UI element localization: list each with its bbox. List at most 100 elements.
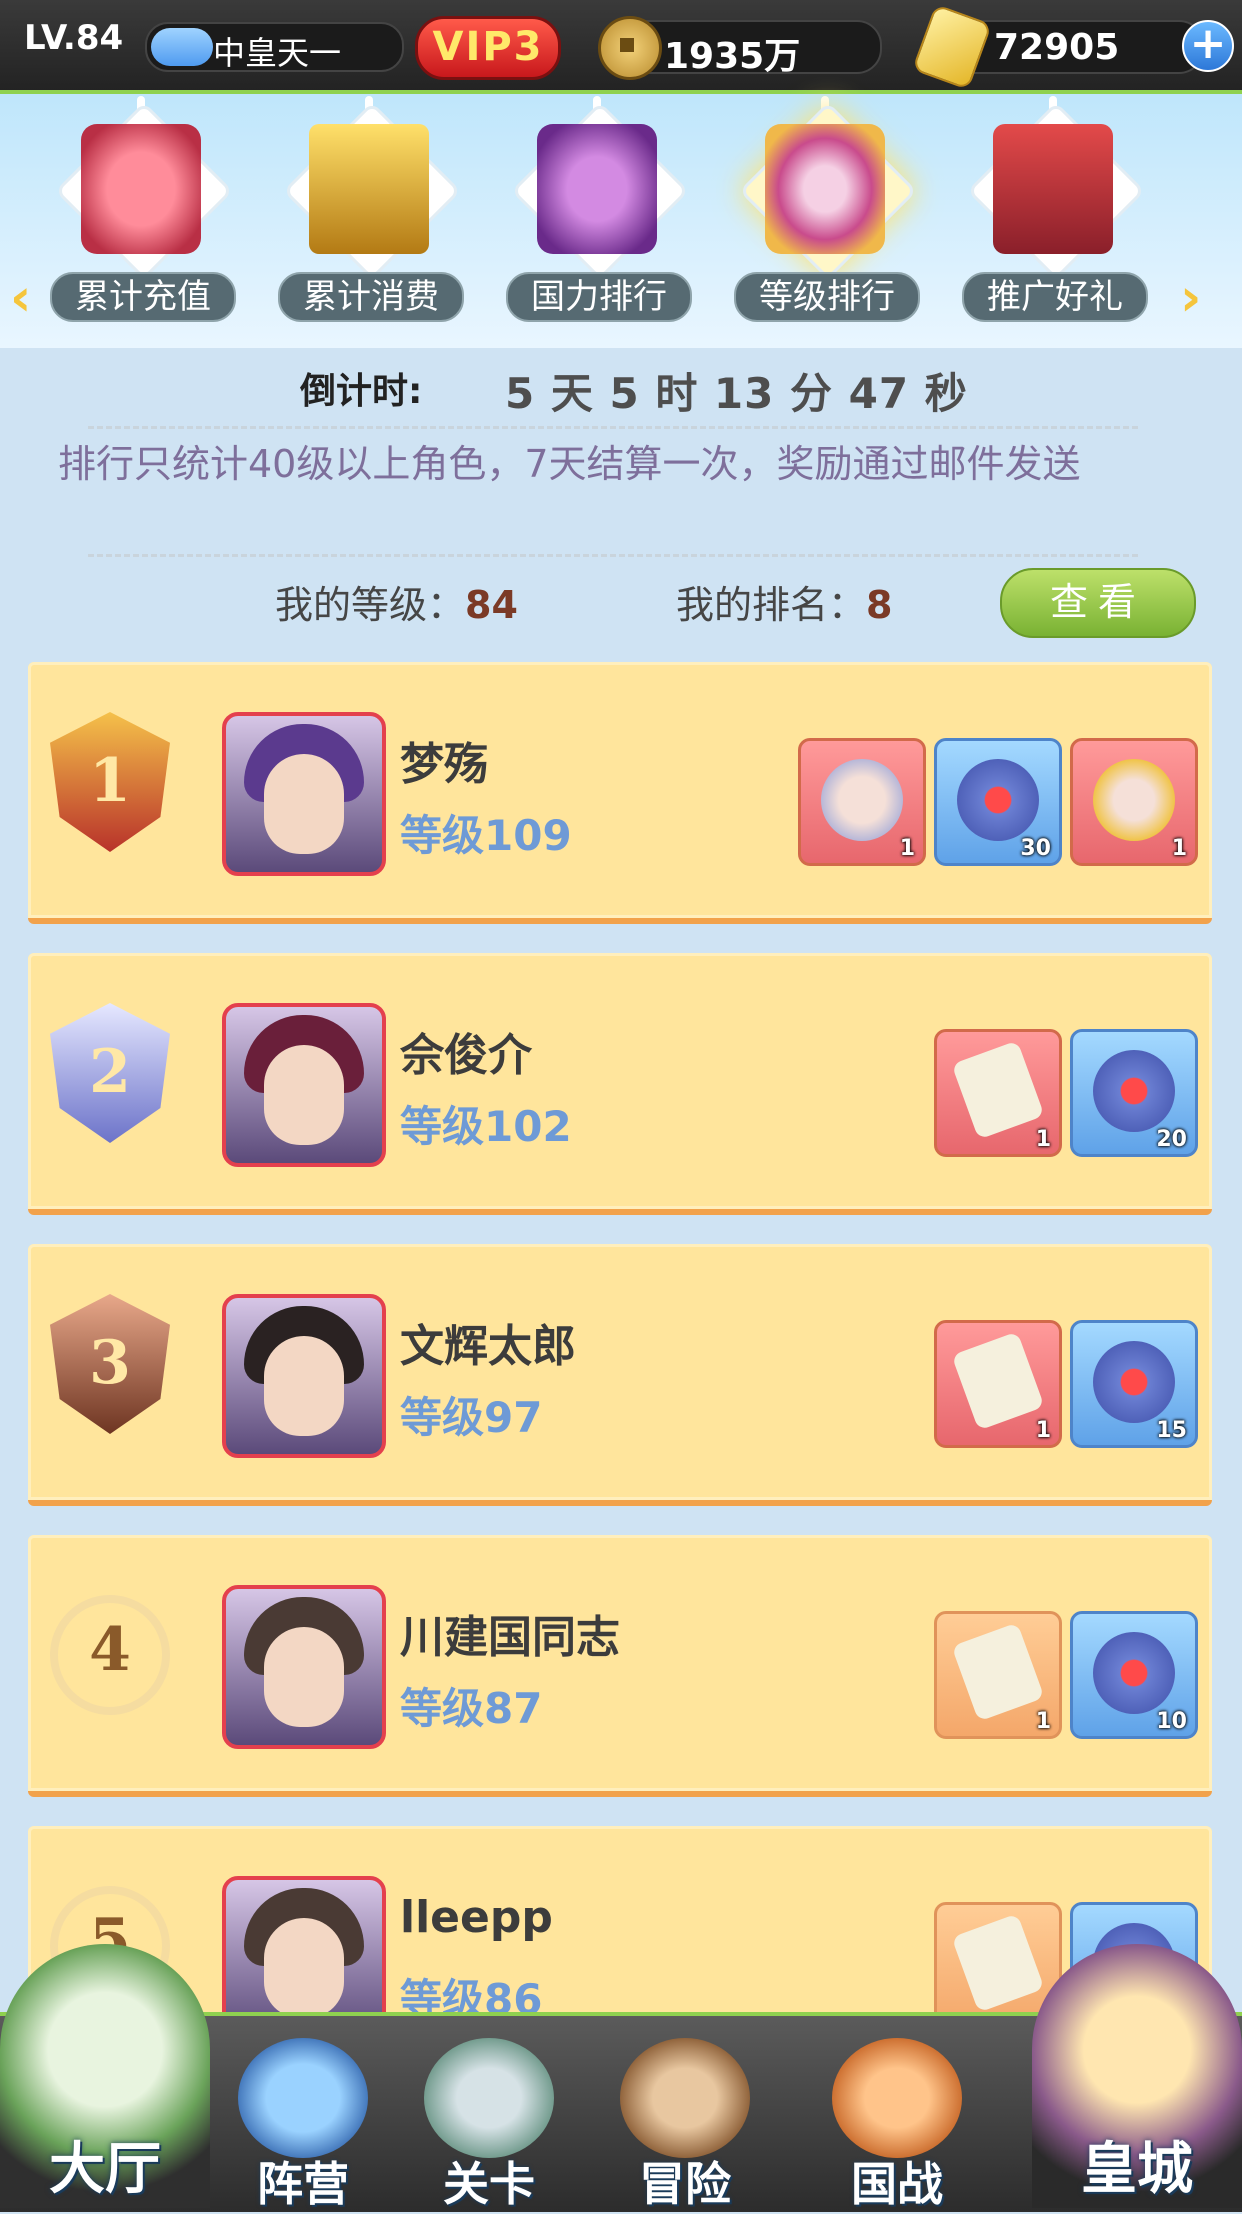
reward-character-item[interactable]: 1 [1070, 738, 1198, 866]
reward-bag-item[interactable]: 30 [934, 738, 1062, 866]
scroll-icon [951, 1622, 1045, 1722]
nav-stage-button[interactable]: 关卡 [404, 2028, 574, 2211]
player-name: lleepp [400, 1892, 553, 1943]
nav-label: 皇城 [1081, 2137, 1193, 2202]
player-name: 川建国同志 [400, 1612, 620, 1663]
coin-counter[interactable]: 1935万 [598, 16, 882, 80]
tab-label: 累计消费 [278, 272, 464, 322]
item-count: 1 [1035, 1127, 1051, 1152]
ranking-notice: 排行只统计40级以上角色，7天结算一次，奖励通过邮件发送 [58, 442, 1081, 486]
tab-label: 等级排行 [734, 272, 920, 322]
reward-scroll-item[interactable]: 1 [934, 1611, 1062, 1739]
tab-level-ranking[interactable]: 等级排行 [720, 96, 930, 326]
divider [88, 426, 1138, 429]
reward-bag-item[interactable]: 20 [1070, 1029, 1198, 1157]
reward-character-item[interactable]: 1 [798, 738, 926, 866]
nav-label: 关卡 [443, 2157, 535, 2211]
divider [88, 554, 1138, 557]
item-count: 1 [1035, 1709, 1051, 1734]
tab-promotion-gift[interactable]: 推广好礼 [948, 96, 1158, 326]
item-count: 30 [1020, 836, 1051, 861]
gold-ingot-icon [911, 3, 993, 91]
oni-mask-icon [537, 124, 657, 254]
reward-scroll-item[interactable]: 1 [934, 1029, 1062, 1157]
rank-2-medal-icon: 2 [50, 1003, 170, 1143]
rank-1-medal-icon: 1 [50, 712, 170, 852]
player-level: 等级97 [400, 1393, 543, 1442]
scroll-icon [951, 1913, 1045, 2013]
player-name: 文辉太郎 [400, 1321, 576, 1372]
coin-amount: 1935万 [664, 36, 801, 77]
my-level-value: 84 [465, 583, 518, 627]
nav-national-war-button[interactable]: 国战 [812, 2028, 982, 2211]
coin-icon [598, 16, 662, 80]
vip-badge[interactable]: VIP3 [415, 16, 561, 80]
player-avatar[interactable] [222, 1003, 386, 1167]
bag-icon [1093, 1050, 1175, 1132]
nav-camp-button[interactable]: 阵营 [218, 2028, 388, 2211]
bag-icon [1093, 1341, 1175, 1423]
war-banner-icon [832, 2038, 962, 2158]
avatar-face [264, 1918, 344, 2018]
reward-bag-item[interactable]: 10 [1070, 1611, 1198, 1739]
player-avatar[interactable] [222, 1294, 386, 1458]
player-name-box[interactable]: 中皇天一 [145, 22, 404, 72]
player-level: 等级87 [400, 1684, 543, 1733]
treasure-chest-icon [309, 124, 429, 254]
item-count: 1 [1035, 1418, 1051, 1443]
ranking-row-3: 3 文辉太郎 等级97 1 15 [28, 1244, 1212, 1506]
player-level: LV.84 [24, 18, 124, 58]
bag-icon [1093, 1632, 1175, 1714]
my-level-label: 我的等级： [275, 583, 466, 627]
top-status-bar: LV.84 中皇天一 VIP3 1935万 72905 + [0, 0, 1242, 94]
tab-cumulative-recharge[interactable]: 累计充值 [36, 96, 246, 326]
ranking-row-4: 4 川建国同志 等级87 1 10 [28, 1535, 1212, 1797]
player-name: 梦殇 [400, 739, 488, 790]
scroll-icon [951, 1040, 1045, 1140]
my-rank-value: 8 [866, 583, 893, 627]
countdown-label: 倒计时: [300, 371, 423, 412]
avatar-face [264, 1336, 344, 1436]
scroll-right-arrow-icon[interactable]: › [1180, 272, 1216, 324]
ranking-row-1: 1 梦殇 等级109 1 30 1 [28, 662, 1212, 924]
gold-amount: 72905 [994, 27, 1120, 68]
add-currency-button[interactable]: + [1182, 20, 1234, 72]
player-level: 等级102 [400, 1102, 572, 1151]
rank-number: 3 [89, 1328, 131, 1398]
nav-adventure-button[interactable]: 冒险 [600, 2028, 770, 2211]
reward-bag-item[interactable]: 15 [1070, 1320, 1198, 1448]
tab-cumulative-spend[interactable]: 累计消费 [264, 96, 474, 326]
item-count: 1 [1171, 836, 1187, 861]
character-icon [821, 759, 903, 841]
go-board-icon [238, 2038, 368, 2158]
scroll-icon [951, 1331, 1045, 1431]
player-avatar[interactable] [222, 1585, 386, 1749]
nav-label: 冒险 [639, 2157, 731, 2211]
exp-bar [151, 28, 213, 66]
item-count: 15 [1156, 1418, 1187, 1443]
nav-imperial-city-button[interactable]: 皇城 [1032, 1944, 1242, 2208]
bag-icon [957, 759, 1039, 841]
countdown-value: 5 天 5 时 13 分 47 秒 [505, 369, 968, 418]
gift-box-icon [993, 124, 1113, 254]
my-rank-label: 我的排名： [676, 583, 867, 627]
avatar-face [264, 754, 344, 854]
nav-label: 大厅 [49, 2137, 161, 2202]
player-name: 中皇天一 [213, 34, 342, 72]
rank-number: 1 [89, 746, 131, 816]
player-level: 等级109 [400, 811, 572, 860]
reward-scroll-item[interactable]: 1 [934, 1320, 1062, 1448]
nav-lobby-button[interactable]: 大厅 [0, 1944, 210, 2208]
rank-3-medal-icon: 3 [50, 1294, 170, 1434]
crossed-swords-icon [765, 124, 885, 254]
tab-label: 国力排行 [506, 272, 692, 322]
tab-power-ranking[interactable]: 国力排行 [492, 96, 702, 326]
my-rank: 我的排名：8 [676, 574, 892, 629]
gold-counter[interactable]: 72905 [911, 3, 1204, 91]
view-button[interactable]: 查看 [1000, 568, 1196, 638]
item-count: 20 [1156, 1127, 1187, 1152]
tab-label: 累计充值 [50, 272, 236, 322]
lucky-bag-icon [81, 124, 201, 254]
player-avatar[interactable] [222, 712, 386, 876]
rank-4-badge-icon: 4 [50, 1585, 170, 1725]
